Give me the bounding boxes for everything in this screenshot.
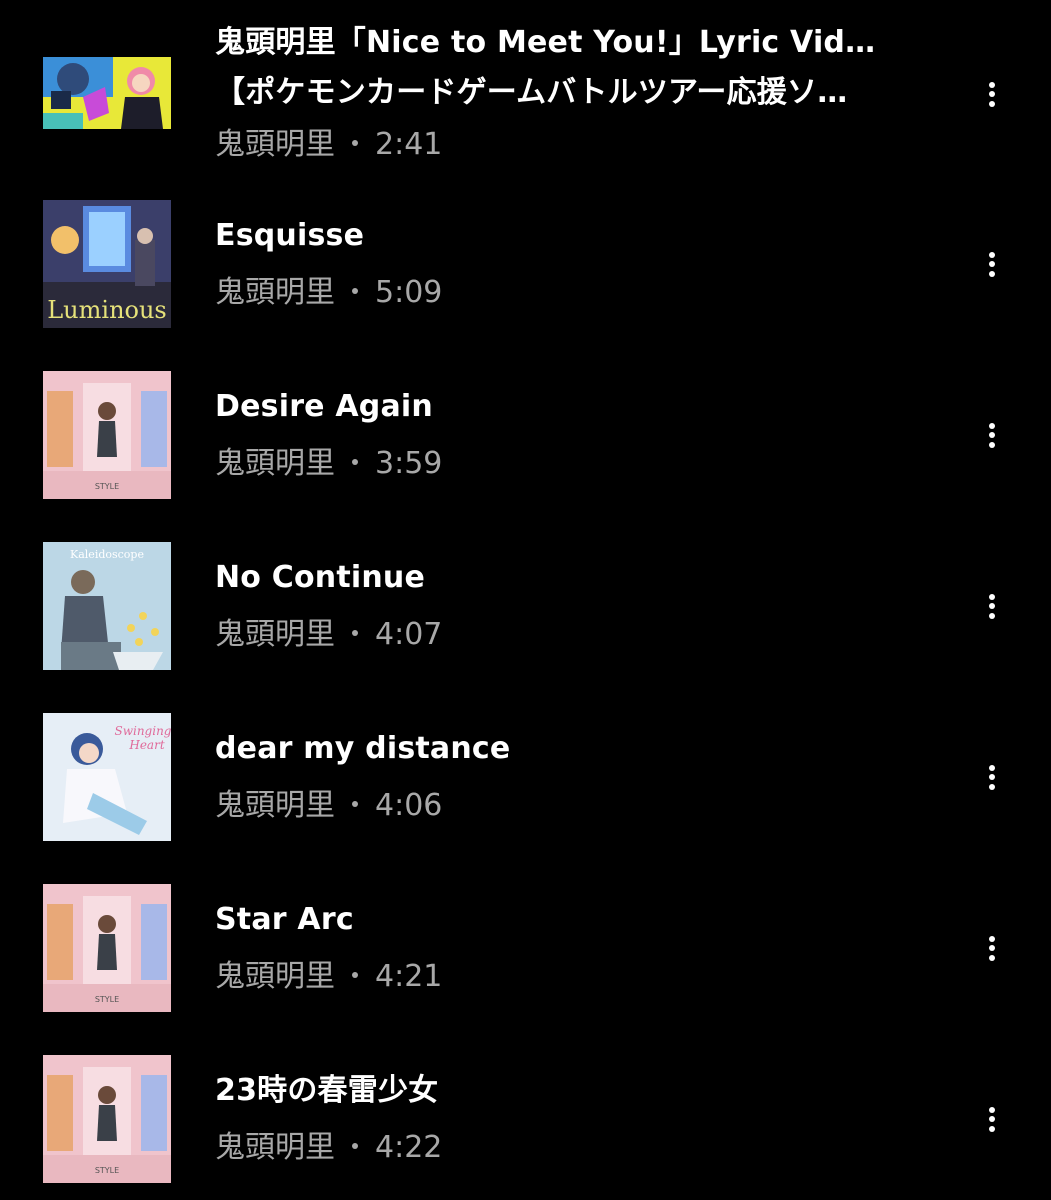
more-vertical-icon	[989, 590, 995, 622]
track-duration: 2:41	[375, 127, 443, 162]
track-duration: 4:21	[375, 959, 443, 994]
more-options-button[interactable]	[966, 922, 1018, 974]
thumbnail-text: STYLE	[95, 1166, 119, 1175]
separator-dot	[352, 971, 358, 978]
separator-dot	[352, 1142, 358, 1149]
track-artist: 鬼頭明里	[215, 127, 335, 162]
thumbnail-text: Swinging	[115, 724, 172, 738]
track-artist: 鬼頭明里	[215, 617, 335, 652]
more-options-button[interactable]	[966, 1093, 1018, 1145]
track-artist: 鬼頭明里	[215, 275, 335, 310]
track-duration: 4:06	[375, 788, 443, 823]
track-duration: 4:22	[375, 1130, 443, 1165]
more-options-button[interactable]	[966, 238, 1018, 290]
track-thumbnail: Kaleidoscope	[43, 542, 171, 670]
thumbnail-text: Luminous	[47, 296, 167, 324]
track-title-line1: 鬼頭明里「Nice to Meet You!」Lyric Video	[215, 25, 885, 60]
track-duration: 4:07	[375, 617, 443, 652]
track-thumbnail	[43, 57, 171, 129]
list-item[interactable]: Swinging Heart dear my distance 鬼頭明里 4:06	[0, 713, 1051, 884]
list-item[interactable]: 鬼頭明里「Nice to Meet You!」Lyric Video 【ポケモン…	[0, 12, 1051, 183]
more-options-button[interactable]	[966, 68, 1018, 120]
track-artist: 鬼頭明里	[215, 446, 335, 481]
track-artist: 鬼頭明里	[215, 959, 335, 994]
track-meta: 鬼頭明里 4:06	[215, 781, 915, 831]
thumbnail-text: STYLE	[95, 995, 119, 1004]
more-options-button[interactable]	[966, 751, 1018, 803]
thumbnail-text: Heart	[128, 738, 164, 752]
track-title-line2: 【ポケモンカードゲームバトルツアー応援ソ…	[215, 75, 848, 110]
track-artist: 鬼頭明里	[215, 1130, 335, 1165]
separator-dot	[352, 139, 358, 146]
separator-dot	[352, 800, 358, 807]
more-vertical-icon	[989, 1103, 995, 1135]
separator-dot	[352, 458, 358, 465]
more-vertical-icon	[989, 78, 995, 110]
more-options-button[interactable]	[966, 409, 1018, 461]
track-meta: 鬼頭明里 5:09	[215, 268, 915, 318]
track-title: Desire Again	[215, 389, 433, 424]
track-duration: 5:09	[375, 275, 443, 310]
list-item[interactable]: STYLE 23時の春雷少女 鬼頭明里 4:22	[0, 1055, 1051, 1200]
list-item[interactable]: Luminous Esquisse 鬼頭明里 5:09	[0, 200, 1051, 371]
track-title: No Continue	[215, 560, 426, 595]
track-title: Esquisse	[215, 218, 365, 253]
track-thumbnail: STYLE	[43, 371, 171, 499]
list-item[interactable]: STYLE Star Arc 鬼頭明里 4:21	[0, 884, 1051, 1055]
thumbnail-text: Kaleidoscope	[70, 548, 144, 561]
track-duration: 3:59	[375, 446, 443, 481]
track-title: dear my distance	[215, 731, 511, 766]
track-meta: 鬼頭明里 4:22	[215, 1123, 915, 1173]
thumbnail-text: STYLE	[95, 482, 119, 491]
track-list: 鬼頭明里「Nice to Meet You!」Lyric Video 【ポケモン…	[0, 0, 1051, 1200]
track-meta: 鬼頭明里 4:21	[215, 952, 915, 1002]
track-thumbnail: Luminous	[43, 200, 171, 328]
track-meta: 鬼頭明里 3:59	[215, 439, 915, 489]
more-vertical-icon	[989, 248, 995, 280]
track-thumbnail: STYLE	[43, 1055, 171, 1183]
more-vertical-icon	[989, 932, 995, 964]
track-thumbnail: Swinging Heart	[43, 713, 171, 841]
more-options-button[interactable]	[966, 580, 1018, 632]
track-thumbnail: STYLE	[43, 884, 171, 1012]
track-meta: 鬼頭明里 4:07	[215, 610, 915, 660]
track-title: Star Arc	[215, 902, 354, 937]
more-vertical-icon	[989, 761, 995, 793]
list-item[interactable]: STYLE Desire Again 鬼頭明里 3:59	[0, 371, 1051, 542]
more-vertical-icon	[989, 419, 995, 451]
separator-dot	[352, 287, 358, 294]
track-title: 鬼頭明里「Nice to Meet You!」Lyric Video 【ポケモン…	[215, 18, 905, 118]
separator-dot	[352, 629, 358, 636]
list-item[interactable]: Kaleidoscope No Continue 鬼頭明里 4:07	[0, 542, 1051, 713]
track-artist: 鬼頭明里	[215, 788, 335, 823]
track-meta: 鬼頭明里 2:41	[215, 120, 915, 170]
track-title: 23時の春雷少女	[215, 1073, 439, 1108]
